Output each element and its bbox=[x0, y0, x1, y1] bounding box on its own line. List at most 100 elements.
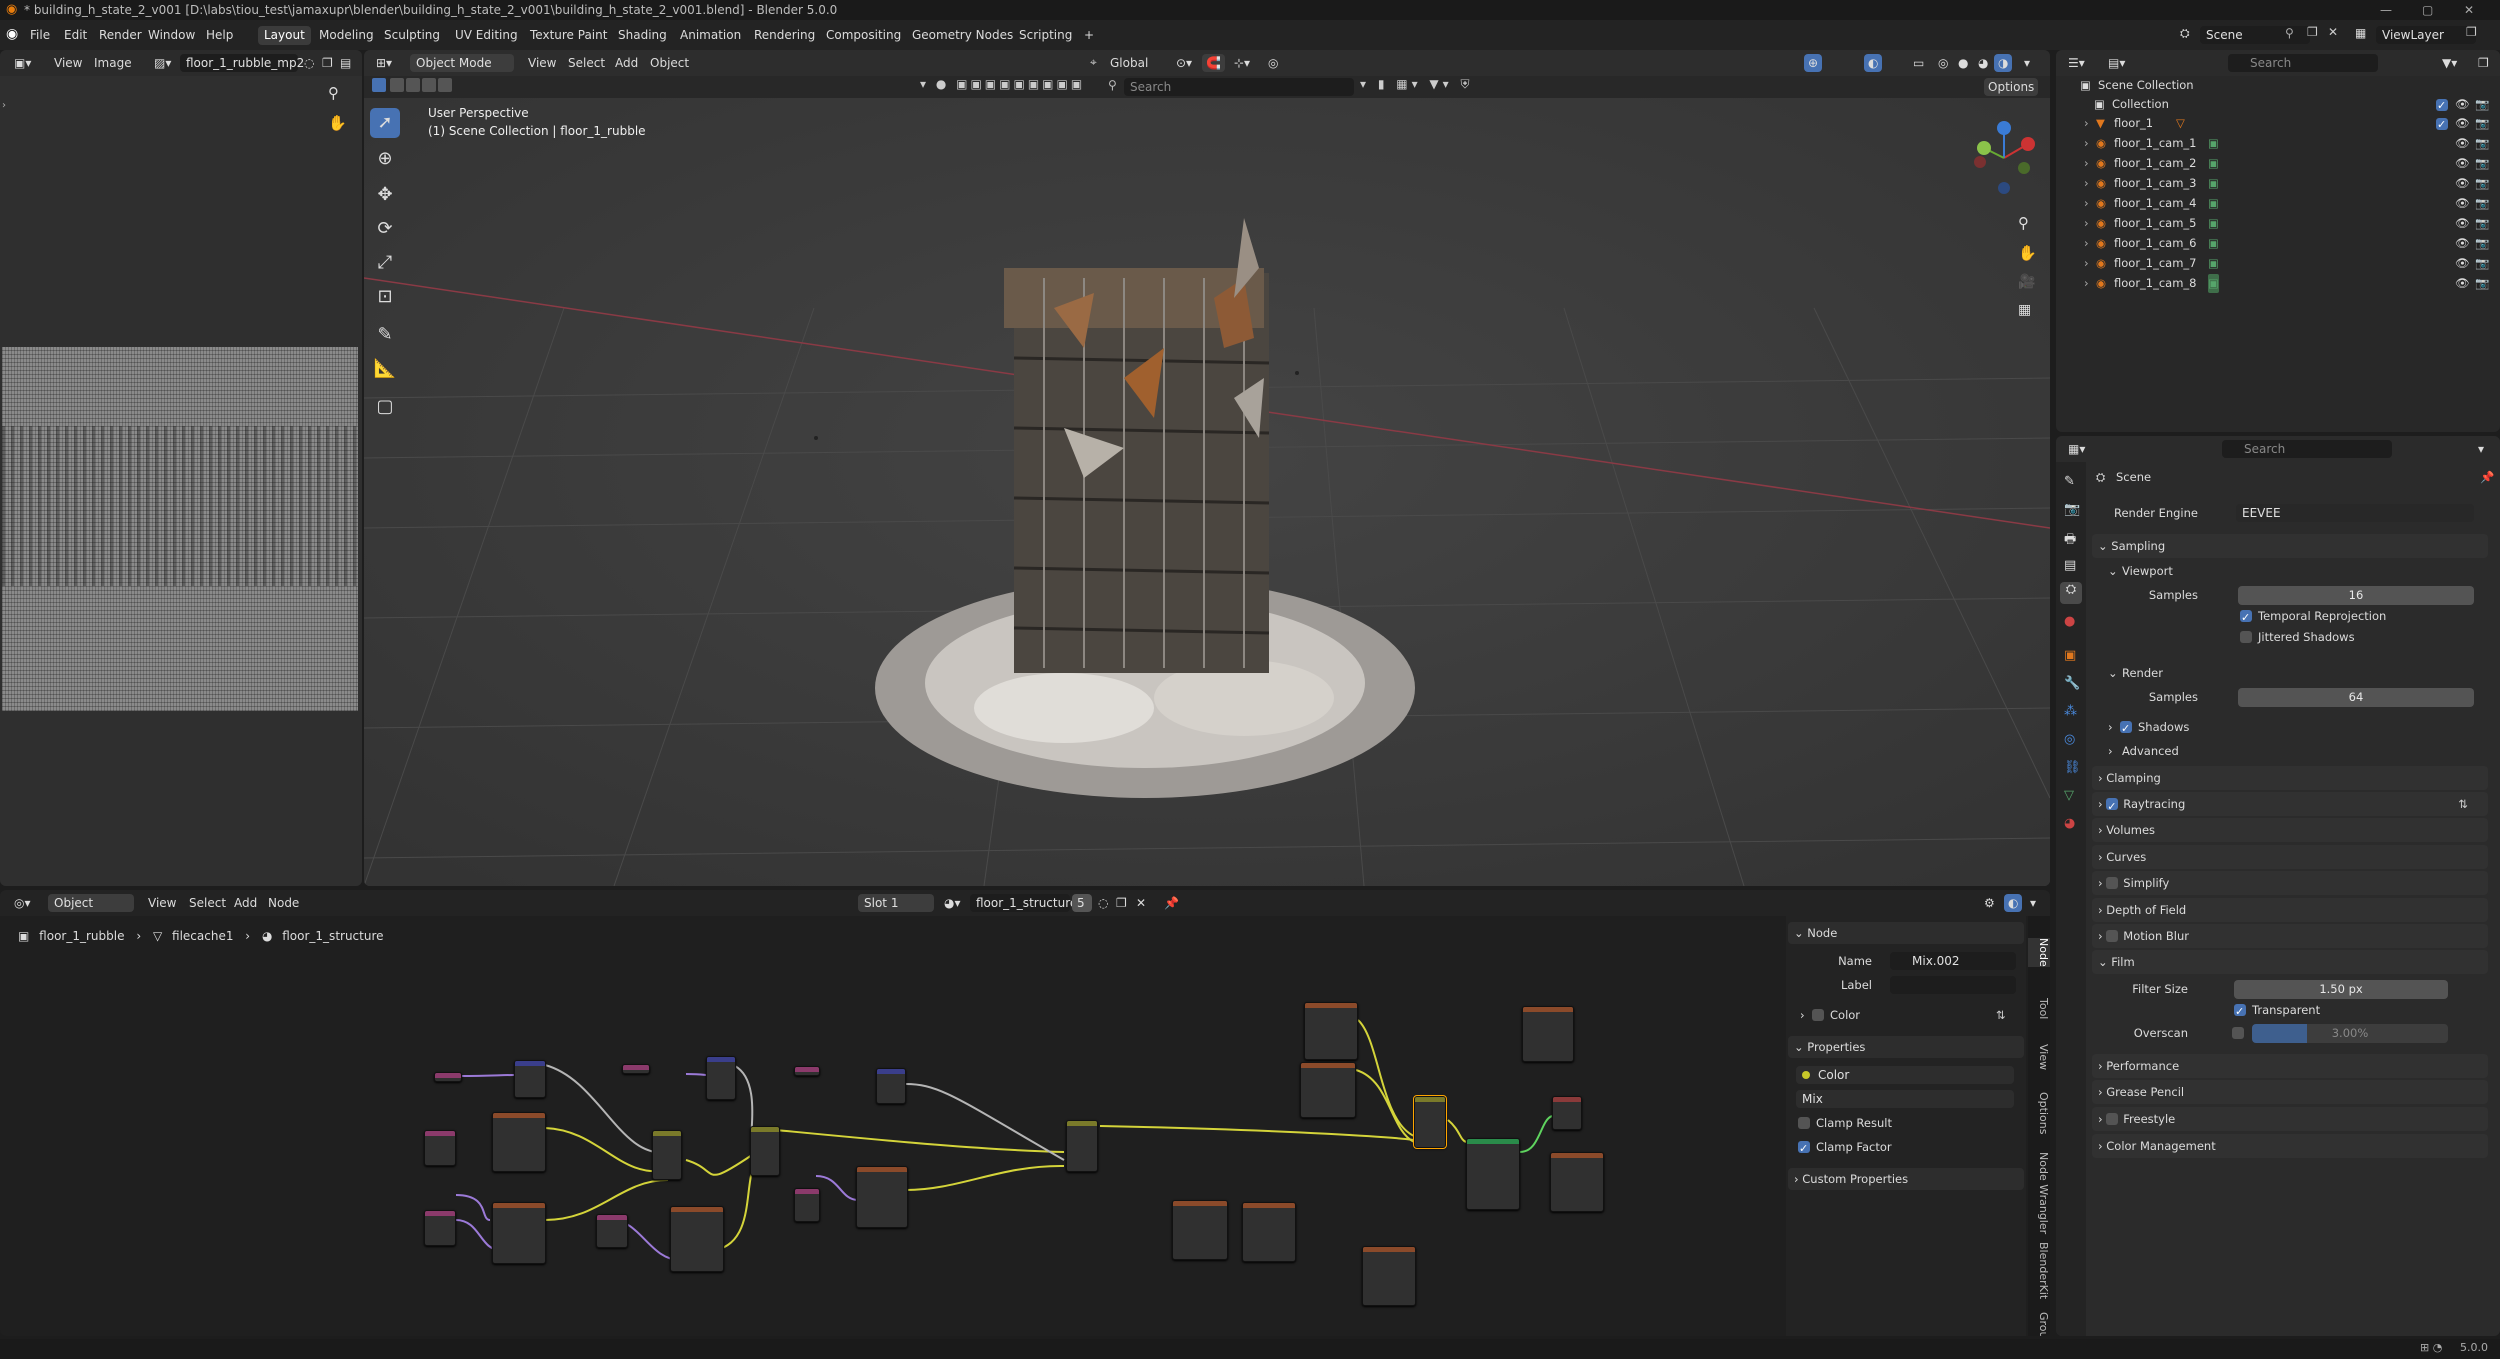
node-properties-panel-header[interactable]: ⌄ Properties bbox=[1788, 1036, 2024, 1058]
render-tab-icon[interactable]: 📷 bbox=[2064, 502, 2080, 517]
expand-arrow-icon[interactable]: › bbox=[2084, 194, 2089, 213]
shader-node[interactable] bbox=[1550, 1152, 1604, 1212]
snapping-icon[interactable]: ⚙ bbox=[1980, 894, 1999, 912]
overscan-checkbox[interactable] bbox=[2232, 1027, 2244, 1039]
measure-tool-icon[interactable]: 📐 bbox=[370, 354, 400, 384]
vtab-node-wrangler[interactable]: Node Wrangler bbox=[2028, 1152, 2050, 1234]
vtab-view[interactable]: View bbox=[2028, 1044, 2050, 1070]
particles-tab-icon[interactable]: ⁂ bbox=[2064, 704, 2077, 719]
gizmo-toggle-icon[interactable]: ⊕ bbox=[1804, 54, 1823, 72]
annotate-tool-icon[interactable]: ✎ bbox=[370, 320, 400, 350]
render-camera-icon[interactable]: 📷 bbox=[2475, 95, 2489, 114]
expand-arrow-icon[interactable]: › bbox=[2084, 134, 2089, 153]
jittered-shadows-row[interactable]: Jittered Shadows bbox=[2088, 626, 2494, 648]
expand-arrow-icon[interactable]: › bbox=[2084, 174, 2089, 193]
raytracing-checkbox[interactable] bbox=[2106, 795, 2119, 819]
menu-file[interactable]: File bbox=[24, 26, 56, 45]
shader-node[interactable] bbox=[424, 1210, 456, 1246]
shader-node[interactable] bbox=[794, 1066, 820, 1076]
motion-blur-checkbox[interactable] bbox=[2106, 929, 2119, 942]
expand-arrow-icon[interactable]: › bbox=[2084, 154, 2089, 173]
shading-rendered-icon[interactable]: ◑ bbox=[1994, 54, 2013, 72]
tab-rendering[interactable]: Rendering bbox=[748, 26, 821, 45]
visibility-eye-icon[interactable]: 👁 bbox=[2455, 194, 2470, 213]
performance-panel-header[interactable]: › Performance bbox=[2092, 1054, 2488, 1078]
pin-scene-icon[interactable]: ⚲ bbox=[2285, 26, 2294, 40]
expand-arrow-icon[interactable]: › bbox=[2084, 114, 2089, 133]
shader-node[interactable] bbox=[1362, 1246, 1416, 1306]
visibility-eye-icon[interactable]: 👁 bbox=[2455, 174, 2470, 193]
shader-node[interactable] bbox=[1242, 1202, 1296, 1262]
menu-window[interactable]: Window bbox=[142, 26, 201, 45]
expand-arrow-icon[interactable]: › bbox=[2084, 214, 2089, 233]
shader-node[interactable] bbox=[794, 1188, 820, 1222]
outliner-row-object[interactable]: › ▼ floor_1 ▽ 👁 📷 bbox=[2056, 114, 2500, 134]
image-menu-image[interactable]: Image bbox=[90, 54, 136, 72]
cursor-tool-icon[interactable]: ⊕ bbox=[370, 144, 400, 174]
shader-node-mix[interactable] bbox=[1066, 1120, 1098, 1172]
outliner-row-object[interactable]: › ◉ floor_1_cam_7 ▣ 👁 📷 bbox=[2056, 254, 2500, 273]
view-layer-icon[interactable]: ▦ bbox=[2355, 26, 2366, 40]
outliner-row-object[interactable]: › ◉ floor_1_cam_1 ▣ 👁 📷 bbox=[2056, 134, 2500, 153]
custom-properties-panel-header[interactable]: › Custom Properties bbox=[1788, 1168, 2024, 1190]
viewport-pan-icon[interactable]: ✋ bbox=[2018, 244, 2037, 262]
vtab-group[interactable]: Group bbox=[2028, 1312, 2050, 1336]
freestyle-checkbox[interactable] bbox=[2106, 1112, 2119, 1125]
outliner-row-object[interactable]: › ◉ floor_1_cam_4 ▣ 👁 📷 bbox=[2056, 194, 2500, 213]
open-image-icon[interactable]: ▤ bbox=[336, 54, 355, 72]
node-color-row[interactable]: › Color ⇅ bbox=[1786, 1004, 2026, 1026]
tab-animation[interactable]: Animation bbox=[674, 26, 747, 45]
transform-orientation[interactable]: Global bbox=[1106, 54, 1152, 72]
grease-pencil-panel-header[interactable]: › Grease Pencil bbox=[2092, 1080, 2488, 1104]
material-tab-icon[interactable]: ◕ bbox=[2064, 816, 2075, 831]
node-panel-header[interactable]: ⌄ Node bbox=[1788, 922, 2024, 944]
modifier-tab-icon[interactable]: 🔧 bbox=[2064, 676, 2080, 691]
shader-node[interactable] bbox=[750, 1126, 780, 1176]
transform-tool-icon[interactable]: ⊡ bbox=[370, 282, 400, 312]
image-menu-view[interactable]: View bbox=[50, 54, 86, 72]
raytracing-panel-header[interactable]: › Raytracing⇅ bbox=[2092, 792, 2488, 819]
render-camera-icon[interactable]: 📷 bbox=[2475, 274, 2489, 293]
new-view-layer-icon[interactable]: ❐ bbox=[2466, 25, 2477, 39]
shader-node[interactable] bbox=[492, 1112, 546, 1172]
blend-mode-select[interactable]: Mix bbox=[1796, 1090, 2014, 1108]
render-camera-icon[interactable]: 📷 bbox=[2475, 174, 2489, 193]
shader-node[interactable] bbox=[596, 1214, 628, 1248]
material-output-node[interactable] bbox=[1552, 1096, 1582, 1130]
shader-node[interactable] bbox=[706, 1056, 736, 1100]
viewport-menu-select[interactable]: Select bbox=[564, 54, 609, 72]
tab-texture-paint[interactable]: Texture Paint bbox=[524, 26, 613, 45]
shader-node[interactable] bbox=[424, 1130, 456, 1166]
node-color-checkbox[interactable] bbox=[1812, 1009, 1824, 1021]
transparent-checkbox[interactable] bbox=[2234, 1001, 2246, 1023]
vtab-blenderkit[interactable]: BlenderKit bbox=[2028, 1242, 2050, 1299]
outliner-row-object[interactable]: › ◉ floor_1_cam_2 ▣ 👁 📷 bbox=[2056, 154, 2500, 173]
add-workspace-icon[interactable]: + bbox=[1078, 26, 1100, 45]
tab-shading[interactable]: Shading bbox=[612, 26, 673, 45]
node-label-field[interactable] bbox=[1890, 976, 2016, 994]
menu-help[interactable]: Help bbox=[200, 26, 239, 45]
viewport-menu-view[interactable]: View bbox=[524, 54, 560, 72]
scene-selector-icon[interactable]: ⛭ bbox=[2180, 26, 2190, 41]
dof-panel-header[interactable]: › Depth of Field bbox=[2092, 898, 2488, 922]
visibility-eye-icon[interactable]: 👁 bbox=[2455, 214, 2470, 233]
expand-arrow-icon[interactable]: › bbox=[2084, 274, 2089, 293]
visibility-eye-icon[interactable]: 👁 bbox=[2455, 114, 2470, 133]
outliner-row-scene-collection[interactable]: ▣ Scene Collection bbox=[2056, 76, 2500, 95]
visibility-eye-icon[interactable]: 👁 bbox=[2455, 274, 2470, 293]
constraints-tab-icon[interactable]: ⛓ bbox=[2064, 760, 2081, 775]
principled-bsdf-node[interactable] bbox=[1466, 1138, 1520, 1210]
shader-node[interactable] bbox=[876, 1068, 906, 1104]
expand-arrow-icon[interactable]: › bbox=[2084, 254, 2089, 273]
select-box-icon[interactable] bbox=[372, 78, 386, 92]
image-name-field[interactable]: floor_1_rubble_mp2 bbox=[180, 54, 304, 72]
tab-sculpting[interactable]: Sculpting bbox=[378, 26, 446, 45]
options-dropdown[interactable]: Options bbox=[1984, 78, 2039, 96]
view-layer-field[interactable]: ViewLayer bbox=[2376, 26, 2476, 44]
zoom-icon[interactable]: ⚲ bbox=[328, 84, 339, 102]
simplify-checkbox[interactable] bbox=[2106, 876, 2119, 889]
shading-solid-icon[interactable]: ● bbox=[1954, 54, 1972, 72]
advanced-subpanel-header[interactable]: › Advanced bbox=[2088, 740, 2494, 762]
data-tab-icon[interactable]: ▽ bbox=[2064, 788, 2074, 803]
add-cube-tool-icon[interactable]: ▢ bbox=[370, 392, 400, 422]
